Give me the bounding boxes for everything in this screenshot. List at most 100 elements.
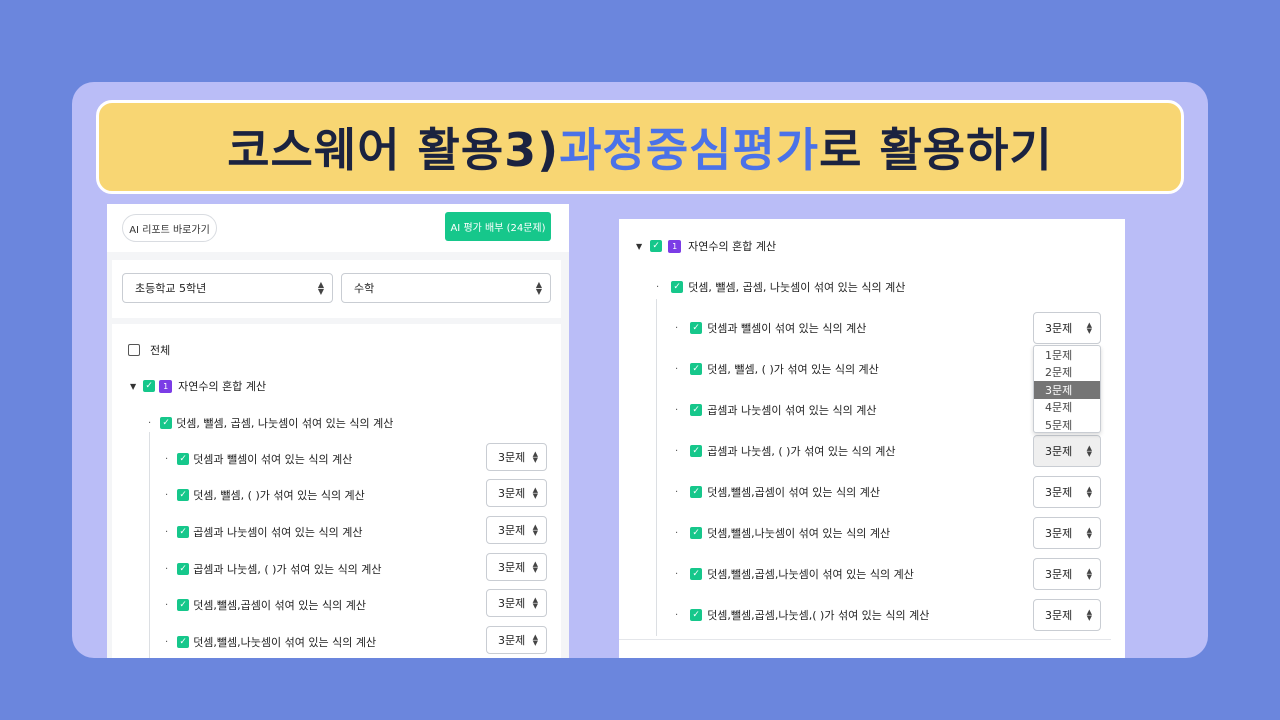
item-label: 덧셈,뺄셈,곱셈,나눗셈,( )가 섞여 있는 식의 계산	[707, 609, 930, 622]
check-icon[interactable]: ✓	[690, 486, 703, 498]
question-count-value: 3문제	[498, 597, 526, 610]
check-icon[interactable]: ✓	[177, 453, 190, 465]
list-item[interactable]: · ✓ 덧셈,뺄셈,나눗셈이 섞여 있는 식의 계산	[675, 525, 890, 541]
question-count-value: 3문제	[498, 634, 526, 647]
check-icon[interactable]: ✓	[690, 445, 703, 457]
bullet-icon: ·	[165, 489, 169, 501]
subunit-row[interactable]: · ✓ 덧셈, 뺄셈, 곱셈, 나눗셈이 섞여 있는 식의 계산	[656, 279, 905, 295]
question-count-value: 3문제	[1045, 322, 1073, 335]
list-item[interactable]: · ✓ 덧셈,뺄셈,곱셈이 섞여 있는 식의 계산	[675, 484, 880, 500]
question-count-select[interactable]: 3문제 ▲ ▼	[486, 589, 547, 617]
dropdown-option-selected[interactable]: 3문제	[1034, 381, 1100, 399]
divider	[619, 639, 1111, 640]
item-label: 곱셈과 나눗셈, ( )가 섞여 있는 식의 계산	[707, 445, 896, 458]
question-count-select[interactable]: 3문제 ▲ ▼	[1033, 517, 1101, 549]
bullet-icon: ·	[675, 445, 679, 457]
title-banner: 코스웨어 활용3) 과정중심평가 로 활용하기	[96, 100, 1184, 194]
list-item[interactable]: · ✓ 덧셈과 뺄셈이 섞여 있는 식의 계산	[165, 451, 352, 467]
bullet-icon: ·	[675, 609, 679, 621]
updown-chevron-icon: ▲ ▼	[1086, 608, 1092, 622]
caret-down-icon[interactable]: ▼	[636, 242, 642, 251]
question-count-select[interactable]: 3문제 ▲ ▼	[1033, 476, 1101, 508]
checkbox-empty-icon[interactable]	[128, 344, 140, 356]
unit-row[interactable]: ▼ ✓ 1 자연수의 혼합 계산	[130, 378, 266, 394]
item-label: 곱셈과 나눗셈이 섞여 있는 식의 계산	[193, 526, 363, 539]
title-part1: 코스웨어 활용3)	[227, 123, 560, 177]
check-icon[interactable]: ✓	[690, 404, 703, 416]
updown-chevron-icon: ▲ ▼	[1086, 567, 1092, 581]
question-count-select[interactable]: 3문제 ▲ ▼	[1033, 435, 1101, 467]
dropdown-option[interactable]: 4문제	[1034, 399, 1100, 417]
check-icon[interactable]: ✓	[690, 527, 703, 539]
check-icon[interactable]: ✓	[177, 489, 190, 501]
bullet-icon: ·	[148, 417, 152, 429]
updown-chevron-icon: ▲ ▼	[532, 560, 538, 574]
tree-guide-line	[656, 299, 657, 636]
unit-title: 자연수의 혼합 계산	[688, 240, 777, 253]
list-item[interactable]: · ✓ 덧셈,뺄셈,곱셈,나눗셈이 섞여 있는 식의 계산	[675, 566, 914, 582]
unit-row[interactable]: ▼ ✓ 1 자연수의 혼합 계산	[636, 238, 776, 254]
ai-report-button[interactable]: AI 리포트 바로가기	[122, 214, 217, 242]
check-icon[interactable]: ✓	[177, 599, 190, 611]
dropdown-option[interactable]: 1문제	[1034, 346, 1100, 364]
bullet-icon: ·	[656, 281, 660, 293]
subunit-title: 덧셈, 뺄셈, 곱셈, 나눗셈이 섞여 있는 식의 계산	[176, 417, 394, 430]
check-icon[interactable]: ✓	[177, 526, 190, 538]
item-label: 덧셈과 뺄셈이 섞여 있는 식의 계산	[193, 453, 353, 466]
question-count-select[interactable]: 3문제 ▲ ▼	[1033, 312, 1101, 344]
check-icon[interactable]: ✓	[690, 322, 703, 334]
list-item[interactable]: · ✓ 덧셈과 뺄셈이 섞여 있는 식의 계산	[675, 320, 866, 336]
updown-chevron-icon: ▲ ▼	[532, 523, 538, 537]
bullet-icon: ·	[675, 404, 679, 416]
dropdown-option[interactable]: 2문제	[1034, 364, 1100, 382]
updown-chevron-icon: ▲ ▼	[1086, 485, 1092, 499]
list-item[interactable]: · ✓ 덧셈,뺄셈,나눗셈이 섞여 있는 식의 계산	[165, 634, 376, 650]
grade-select[interactable]: 초등학교 5학년 ▲ ▼	[122, 273, 333, 303]
bullet-icon: ·	[165, 453, 169, 465]
check-icon[interactable]: ✓	[160, 417, 173, 429]
check-icon[interactable]: ✓	[177, 636, 190, 648]
question-count-select[interactable]: 3문제 ▲ ▼	[1033, 599, 1101, 631]
filter-bar: 초등학교 5학년 ▲ ▼ 수학 ▲ ▼	[112, 260, 561, 318]
ai-deploy-button[interactable]: AI 평가 배부 (24문제)	[445, 212, 551, 241]
list-item[interactable]: · ✓ 덧셈, 뺄셈, ( )가 섞여 있는 식의 계산	[675, 361, 879, 377]
check-icon[interactable]: ✓	[690, 609, 703, 621]
check-icon[interactable]: ✓	[650, 240, 663, 252]
question-count-dropdown[interactable]: 1문제 2문제 3문제 4문제 5문제	[1033, 345, 1101, 433]
item-label: 곱셈과 나눗셈, ( )가 섞여 있는 식의 계산	[193, 563, 382, 576]
list-item[interactable]: · ✓ 덧셈,뺄셈,곱셈,나눗셈,( )가 섞여 있는 식의 계산	[675, 607, 929, 623]
updown-chevron-icon: ▲ ▼	[1086, 526, 1092, 540]
question-count-select[interactable]: 3문제 ▲ ▼	[486, 516, 547, 544]
check-icon[interactable]: ✓	[690, 363, 703, 375]
content-card: 코스웨어 활용3) 과정중심평가 로 활용하기 AI 리포트 바로가기 AI 평가…	[72, 82, 1208, 658]
question-count-select[interactable]: 3문제 ▲ ▼	[486, 626, 547, 654]
subject-select[interactable]: 수학 ▲ ▼	[341, 273, 551, 303]
dropdown-option[interactable]: 5문제	[1034, 416, 1100, 432]
check-icon[interactable]: ✓	[177, 563, 190, 575]
bullet-icon: ·	[675, 322, 679, 334]
list-item[interactable]: · ✓ 덧셈, 뺄셈, ( )가 섞여 있는 식의 계산	[165, 487, 365, 503]
list-item[interactable]: · ✓ 곱셈과 나눗셈, ( )가 섞여 있는 식의 계산	[675, 443, 896, 459]
item-label: 덧셈,뺄셈,곱셈이 섞여 있는 식의 계산	[193, 599, 366, 612]
question-count-select[interactable]: 3문제 ▲ ▼	[486, 443, 547, 471]
updown-chevron-icon: ▲ ▼	[532, 596, 538, 610]
question-count-select[interactable]: 3문제 ▲ ▼	[486, 553, 547, 581]
item-label: 덧셈과 뺄셈이 섞여 있는 식의 계산	[707, 322, 867, 335]
caret-down-icon[interactable]: ▼	[130, 382, 136, 391]
list-item[interactable]: · ✓ 곱셈과 나눗셈, ( )가 섞여 있는 식의 계산	[165, 561, 382, 577]
list-item[interactable]: · ✓ 곱셈과 나눗셈이 섞여 있는 식의 계산	[675, 402, 876, 418]
select-all-row[interactable]: 전체	[128, 342, 170, 358]
item-label: 덧셈,뺄셈,곱셈이 섞여 있는 식의 계산	[707, 486, 880, 499]
check-icon[interactable]: ✓	[671, 281, 684, 293]
list-item[interactable]: · ✓ 곱셈과 나눗셈이 섞여 있는 식의 계산	[165, 524, 362, 540]
tree-guide-line	[149, 432, 150, 658]
updown-chevron-icon: ▲ ▼	[532, 450, 538, 464]
updown-chevron-icon: ▲ ▼	[532, 486, 538, 500]
question-count-select[interactable]: 3문제 ▲ ▼	[486, 479, 547, 507]
check-icon[interactable]: ✓	[143, 380, 156, 392]
check-icon[interactable]: ✓	[690, 568, 703, 580]
question-count-select[interactable]: 3문제 ▲ ▼	[1033, 558, 1101, 590]
list-item[interactable]: · ✓ 덧셈,뺄셈,곱셈이 섞여 있는 식의 계산	[165, 597, 366, 613]
subunit-row[interactable]: · ✓ 덧셈, 뺄셈, 곱셈, 나눗셈이 섞여 있는 식의 계산	[148, 415, 393, 431]
item-label: 덧셈,뺄셈,나눗셈이 섞여 있는 식의 계산	[707, 527, 891, 540]
